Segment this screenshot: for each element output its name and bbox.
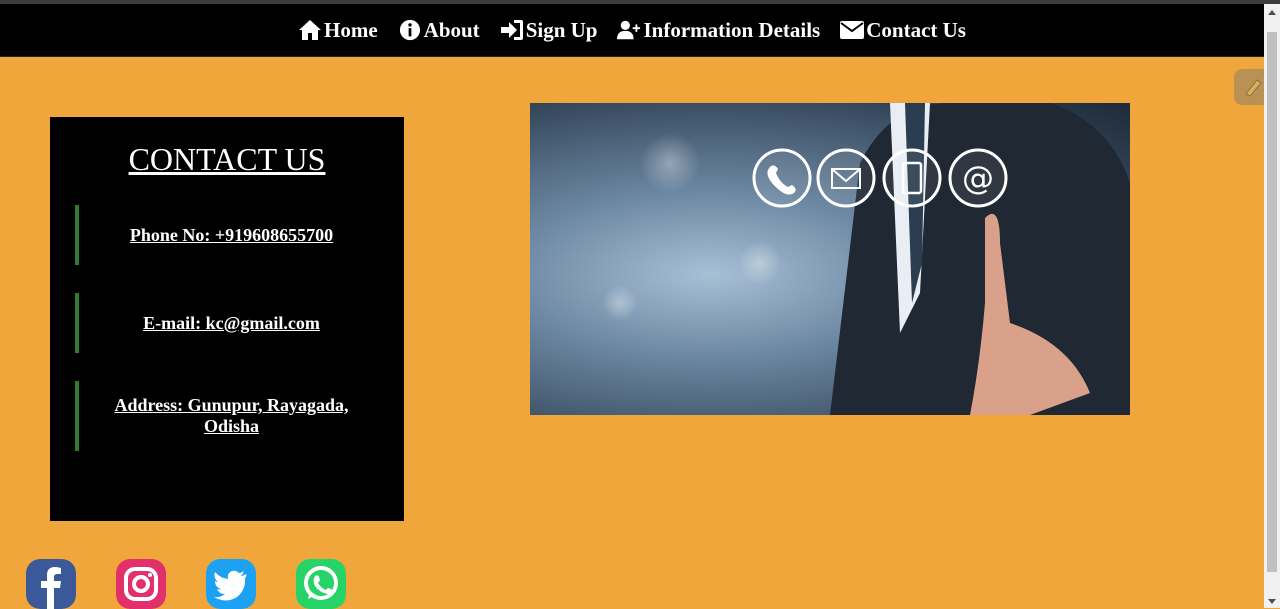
contact-hero-image: @ (530, 103, 1130, 415)
contact-email-text: E-mail: kc@gmail.com (143, 312, 320, 333)
instagram-icon[interactable] (116, 559, 166, 609)
contact-address-text: Address: Gunupur, Rayagada, Odisha (114, 395, 349, 436)
nav-information-details[interactable]: Information Details (617, 18, 820, 43)
contact-panel: CONTACT US Phone No: +919608655700 E-mai… (50, 117, 404, 521)
contact-phone: Phone No: +919608655700 (75, 205, 384, 265)
scroll-down-arrow-icon[interactable] (1268, 599, 1276, 604)
svg-text:@: @ (962, 159, 994, 197)
nav-sign-up[interactable]: Sign Up (500, 17, 598, 43)
nav-sign-up-label: Sign Up (525, 17, 598, 42)
info-icon (399, 19, 420, 41)
nav-about[interactable]: About (398, 18, 480, 43)
twitter-icon[interactable] (206, 559, 256, 609)
pencil-icon (1245, 79, 1262, 97)
contact-email: E-mail: kc@gmail.com (75, 293, 384, 353)
nav-home[interactable]: Home (298, 18, 378, 43)
contact-phone-text: Phone No: +919608655700 (129, 224, 334, 245)
contact-title: CONTACT US (128, 141, 326, 177)
scroll-thumb[interactable] (1267, 32, 1277, 572)
envelope-icon (840, 21, 865, 39)
user-plus-icon (617, 20, 641, 40)
nav-information-details-label: Information Details (643, 17, 821, 42)
contact-address: Address: Gunupur, Rayagada, Odisha (75, 381, 384, 451)
home-icon (299, 20, 321, 40)
sign-in-icon (500, 20, 523, 40)
nav-home-label: Home (324, 17, 378, 42)
scroll-up-arrow-icon[interactable] (1268, 10, 1276, 15)
hero-illustration: @ (602, 103, 1130, 415)
whatsapp-icon[interactable] (296, 559, 346, 609)
vertical-scrollbar[interactable] (1264, 4, 1280, 608)
nav-about-label: About (423, 17, 480, 42)
nav-contact-us[interactable]: Contact Us (840, 18, 966, 43)
top-navbar: Home About Sign Up Information Details C… (0, 4, 1264, 57)
facebook-icon[interactable] (26, 559, 76, 609)
nav-contact-us-label: Contact Us (866, 17, 966, 42)
